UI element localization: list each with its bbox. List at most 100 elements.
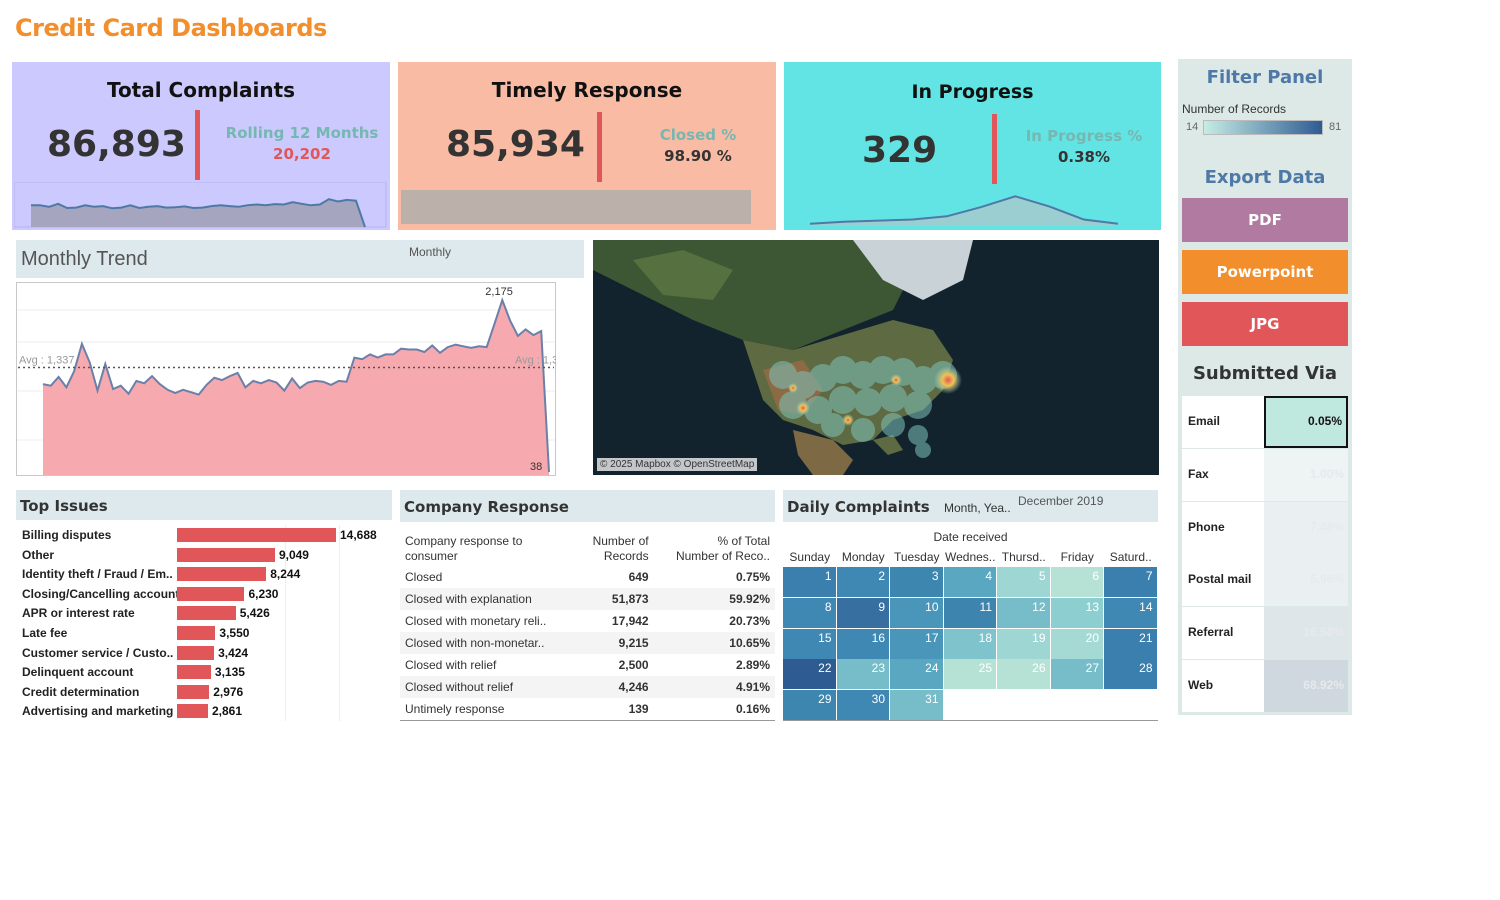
top-issues-header: Top Issues bbox=[16, 490, 392, 520]
issue-label: Closing/Cancelling account bbox=[22, 586, 180, 601]
company-response-table: Company response to consumer Number of Rec… bbox=[400, 532, 775, 721]
submitted-via-row[interactable]: Postal mail 5.96% bbox=[1182, 554, 1348, 607]
submitted-via-row[interactable]: Email 0.05% bbox=[1182, 396, 1348, 448]
export-pdf-button[interactable]: PDF bbox=[1182, 198, 1348, 242]
complaints-map[interactable]: © 2025 Mapbox © OpenStreetMap bbox=[593, 240, 1159, 475]
issue-label: APR or interest rate bbox=[22, 606, 135, 621]
issue-row[interactable]: Advertising and marketing 2,861 bbox=[16, 701, 392, 721]
calendar-day[interactable]: 4 bbox=[943, 567, 996, 597]
issue-row[interactable]: Closing/Cancelling account 6,230 bbox=[16, 584, 392, 604]
submitted-via-label: Postal mail bbox=[1188, 572, 1252, 587]
calendar-day[interactable]: 2 bbox=[836, 567, 889, 597]
calendar-day[interactable]: 12 bbox=[997, 597, 1050, 628]
calendar-day[interactable]: 19 bbox=[997, 628, 1050, 659]
submitted-via-value: 5.96% bbox=[1264, 554, 1348, 607]
issue-label: Identity theft / Fraud / Em.. bbox=[22, 567, 173, 582]
monthly-trend-title: Monthly Trend bbox=[21, 248, 148, 270]
issue-value: 2,976 bbox=[213, 684, 244, 699]
calendar-day[interactable]: 8 bbox=[783, 597, 836, 628]
calendar-day[interactable]: 23 bbox=[836, 659, 889, 690]
calendar-day[interactable]: 20 bbox=[1050, 628, 1103, 659]
month-year-filter[interactable]: December 2019 bbox=[1018, 494, 1103, 508]
daily-complaints-title: Daily Complaints bbox=[787, 498, 930, 516]
map-attribution[interactable]: © 2025 Mapbox © OpenStreetMap bbox=[597, 458, 758, 471]
issue-value: 2,861 bbox=[211, 704, 242, 719]
calendar-day[interactable]: 30 bbox=[836, 690, 889, 721]
issue-value: 14,688 bbox=[340, 528, 377, 542]
issue-bar bbox=[177, 645, 215, 660]
submitted-via-value: 1.00% bbox=[1264, 448, 1348, 501]
kpi-sub-label: Rolling 12 Months bbox=[225, 124, 379, 142]
export-jpg-button[interactable]: JPG bbox=[1182, 302, 1348, 346]
response-row[interactable]: Closed without relief 4,246 4.91% bbox=[400, 676, 775, 698]
issue-row[interactable]: Customer service / Custo.. 3,424 bbox=[16, 643, 392, 663]
calendar-day[interactable]: 10 bbox=[890, 597, 943, 628]
avg-label-left: Avg : 1,337 bbox=[19, 354, 74, 366]
granularity-control[interactable]: Monthly bbox=[409, 245, 451, 259]
company-response-title: Company Response bbox=[404, 498, 569, 516]
calendar-day[interactable]: 16 bbox=[836, 628, 889, 659]
submitted-via-row[interactable]: Referral 16.58% bbox=[1182, 607, 1348, 660]
calendar-day[interactable]: 26 bbox=[997, 659, 1050, 690]
issue-row[interactable]: Late fee 3,550 bbox=[16, 623, 392, 643]
issue-row[interactable]: Billing disputes 14,688 bbox=[16, 525, 392, 545]
calendar-day[interactable]: 11 bbox=[943, 597, 996, 628]
calendar-day[interactable]: 21 bbox=[1104, 628, 1157, 659]
calendar-day[interactable]: 17 bbox=[890, 628, 943, 659]
col-header-records: Number of Records bbox=[592, 534, 649, 563]
calendar-day[interactable]: 24 bbox=[890, 659, 943, 690]
calendar-day[interactable]: 9 bbox=[836, 597, 889, 628]
issue-row[interactable]: Other 9,049 bbox=[16, 545, 392, 565]
submitted-via-label: Fax bbox=[1188, 466, 1209, 481]
kpi-in-progress: In Progress 329 In Progress % 0.38% bbox=[784, 62, 1161, 230]
response-count: 4,246 bbox=[576, 676, 654, 698]
issue-row[interactable]: Credit determination 2,976 bbox=[16, 682, 392, 702]
calendar-day[interactable]: 31 bbox=[890, 690, 943, 721]
export-powerpoint-button[interactable]: Powerpoint bbox=[1182, 250, 1348, 294]
submitted-via-row[interactable]: Fax 1.00% bbox=[1182, 448, 1348, 501]
issue-row[interactable]: Delinquent account 3,135 bbox=[16, 662, 392, 682]
kpi-value: 329 bbox=[862, 130, 938, 171]
calendar-day[interactable]: 5 bbox=[997, 567, 1050, 597]
calendar-day[interactable]: 15 bbox=[783, 628, 836, 659]
issue-label: Billing disputes bbox=[22, 528, 112, 542]
calendar-day[interactable]: 28 bbox=[1104, 659, 1157, 690]
kpi-sub-label: In Progress % bbox=[1025, 127, 1143, 145]
company-response-header: Company Response bbox=[400, 490, 775, 522]
calendar-day[interactable]: 25 bbox=[943, 659, 996, 690]
calendar-day[interactable]: 18 bbox=[943, 628, 996, 659]
calendar-day[interactable]: 13 bbox=[1050, 597, 1103, 628]
calendar-day[interactable]: 29 bbox=[783, 690, 836, 721]
issue-row[interactable]: APR or interest rate 5,426 bbox=[16, 603, 392, 623]
calendar-day[interactable]: 27 bbox=[1050, 659, 1103, 690]
legend-title: Number of Records bbox=[1182, 102, 1287, 116]
filter-panel-title: Filter Panel bbox=[1206, 67, 1324, 88]
issue-bar bbox=[177, 528, 336, 542]
calendar-day[interactable]: 3 bbox=[890, 567, 943, 597]
response-row[interactable]: Untimely response 139 0.16% bbox=[400, 698, 775, 720]
calendar-day[interactable]: 22 bbox=[783, 659, 836, 690]
response-row[interactable]: Closed with relief 2,500 2.89% bbox=[400, 654, 775, 676]
weekday-label: Sunday bbox=[789, 550, 831, 564]
response-count: 9,215 bbox=[576, 632, 654, 654]
response-row[interactable]: Closed 649 0.75% bbox=[400, 566, 775, 588]
weekday-label: Saturd.. bbox=[1109, 550, 1152, 564]
submitted-via-label: Web bbox=[1188, 678, 1214, 692]
calendar-day[interactable]: 7 bbox=[1104, 567, 1157, 597]
response-row[interactable]: Closed with non-monetar.. 9,215 10.65% bbox=[400, 632, 775, 654]
response-count: 17,942 bbox=[611, 614, 649, 628]
calendar-day[interactable]: 1 bbox=[783, 567, 836, 597]
legend-max: 81 bbox=[1329, 121, 1342, 133]
calendar-day[interactable]: 6 bbox=[1050, 567, 1103, 597]
submitted-via-label: Email bbox=[1188, 414, 1221, 428]
calendar-day[interactable]: 14 bbox=[1104, 597, 1157, 628]
issue-bar bbox=[177, 704, 208, 719]
submitted-via-label: Phone bbox=[1188, 519, 1225, 534]
issue-value: 6,230 bbox=[248, 586, 279, 601]
submitted-via-row[interactable]: Web 68.92% bbox=[1182, 660, 1348, 712]
response-row[interactable]: Closed with monetary reli.. 17,942 20.73% bbox=[400, 610, 775, 632]
issue-row[interactable]: Identity theft / Fraud / Em.. 8,244 bbox=[16, 564, 392, 584]
filter-panel: Filter Panel Number of Records 14 81 Exp… bbox=[1178, 59, 1352, 715]
submitted-via-row[interactable]: Phone 7.48% bbox=[1182, 501, 1348, 554]
response-row[interactable]: Closed with explanation 51,873 59.92% bbox=[400, 588, 775, 610]
